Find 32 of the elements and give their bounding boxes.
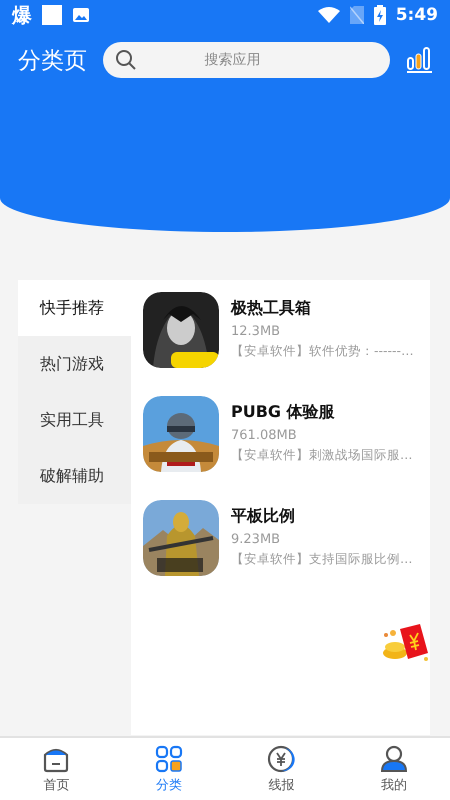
notification-icon	[42, 5, 62, 25]
app-size: 761.08MB	[231, 428, 298, 443]
app-name[interactable]: 极热工具箱	[231, 298, 414, 319]
nav-tab[interactable]: 我的	[338, 738, 450, 800]
category-tab[interactable]: 快手推荐	[18, 280, 131, 336]
app-name[interactable]: PUBG 体验服	[231, 402, 412, 423]
clock-time: 5:49	[396, 5, 438, 25]
page-title: 分类页	[18, 46, 87, 76]
gift-envelope-icon[interactable]	[380, 623, 430, 663]
nav-tab[interactable]: 首页	[0, 738, 112, 800]
app-size: 9.23MB	[231, 532, 282, 547]
app-description: 【安卓软件】支持国际服比例…	[231, 551, 412, 568]
grid-icon	[154, 744, 183, 772]
search-field[interactable]: 搜索应用	[103, 42, 390, 78]
app-description: 【安卓软件】软件优势：------…	[231, 343, 414, 360]
category-tab[interactable]: 破解辅助	[18, 448, 131, 504]
battery-icon	[374, 5, 386, 25]
app-size: 12.3MB	[231, 324, 282, 339]
app-name[interactable]: 平板比例	[231, 506, 412, 527]
user-icon	[380, 744, 408, 772]
notification-icon: 爆	[12, 2, 32, 28]
bar-chart-icon[interactable]	[406, 46, 434, 74]
no-sim-icon	[350, 6, 364, 24]
app-description: 【安卓软件】刺激战场国际服…	[231, 447, 412, 464]
nav-tab[interactable]: 线报	[225, 738, 338, 800]
category-tab[interactable]: 实用工具	[18, 392, 131, 448]
nav-tab[interactable]: 分类	[112, 738, 225, 800]
yen-coin-icon	[267, 744, 296, 772]
image-icon	[72, 7, 90, 23]
category-tab[interactable]: 热门游戏	[18, 336, 131, 392]
search-icon	[115, 49, 137, 71]
wifi-icon	[318, 7, 340, 23]
